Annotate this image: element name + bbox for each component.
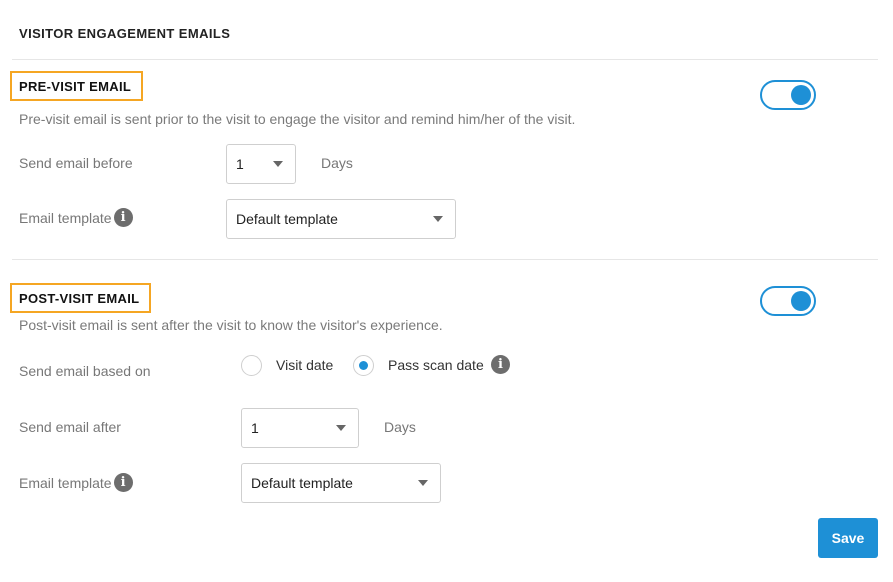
send-after-label: Send email after	[19, 419, 121, 435]
post-visit-template-value: Default template	[251, 475, 353, 491]
pre-visit-template-label-row: Email template i	[19, 208, 133, 227]
pre-visit-toggle[interactable]	[760, 80, 816, 110]
based-on-label: Send email based on	[19, 363, 151, 379]
radio-pass-scan-date[interactable]	[353, 355, 374, 376]
send-before-select[interactable]: 1	[226, 144, 296, 184]
toggle-knob	[791, 85, 811, 105]
info-icon[interactable]: i	[491, 355, 510, 374]
post-visit-toggle[interactable]	[760, 286, 816, 316]
send-after-value: 1	[251, 420, 259, 436]
toggle-knob	[791, 291, 811, 311]
header-divider	[12, 59, 878, 60]
pre-visit-template-select[interactable]: Default template	[226, 199, 456, 239]
page-title: VISITOR ENGAGEMENT EMAILS	[19, 26, 231, 41]
pre-visit-description: Pre-visit email is sent prior to the vis…	[19, 111, 576, 127]
send-before-unit: Days	[321, 155, 353, 171]
send-before-value: 1	[236, 156, 244, 172]
post-visit-template-select[interactable]: Default template	[241, 463, 441, 503]
radio-selected-dot	[359, 361, 368, 370]
post-visit-description: Post-visit email is sent after the visit…	[19, 317, 443, 333]
pre-visit-template-label: Email template	[19, 209, 112, 226]
caret-down-icon	[433, 216, 443, 222]
radio-pass-scan-date-label[interactable]: Pass scan date	[388, 357, 484, 373]
send-after-select[interactable]: 1	[241, 408, 359, 448]
save-button[interactable]: Save	[818, 518, 878, 558]
info-icon[interactable]: i	[113, 473, 133, 492]
caret-down-icon	[336, 425, 346, 431]
radio-visit-date-label[interactable]: Visit date	[276, 357, 333, 373]
post-visit-section-title: POST-VISIT EMAIL	[10, 283, 152, 313]
caret-down-icon	[418, 480, 428, 486]
section-divider	[12, 259, 878, 260]
pre-visit-template-value: Default template	[236, 211, 338, 227]
send-after-unit: Days	[384, 419, 416, 435]
send-before-label: Send email before	[19, 155, 133, 171]
post-visit-template-label-row: Email template i	[19, 473, 133, 492]
post-visit-template-label: Email template	[19, 474, 112, 491]
info-icon[interactable]: i	[113, 208, 133, 227]
caret-down-icon	[273, 161, 283, 167]
radio-visit-date[interactable]	[241, 355, 262, 376]
pre-visit-section-title: PRE-VISIT EMAIL	[10, 71, 144, 101]
